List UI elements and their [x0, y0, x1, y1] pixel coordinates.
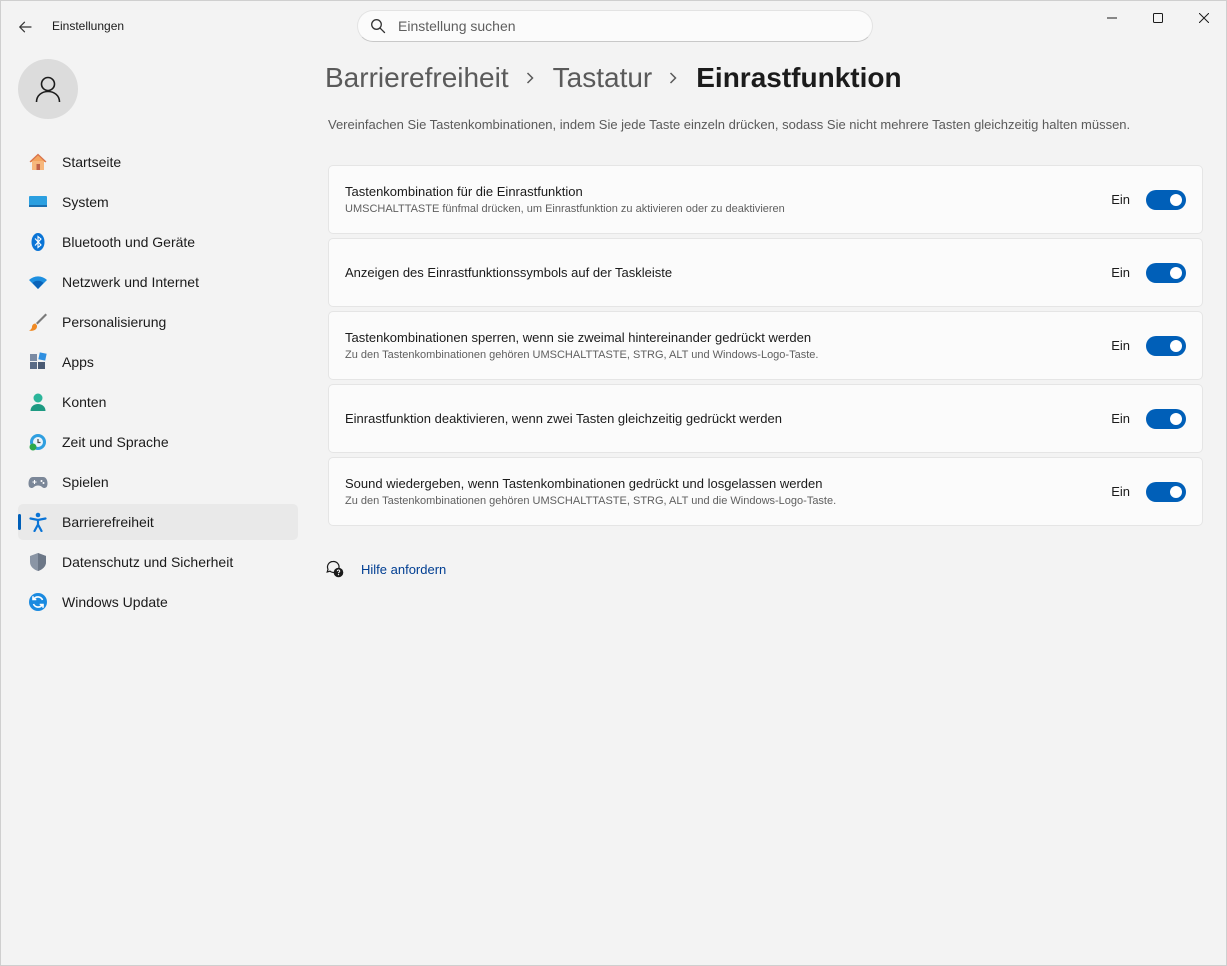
breadcrumb: Barrierefreiheit Tastatur Einrastfunktio…	[325, 60, 902, 96]
sidebar-item-label: Bluetooth und Geräte	[62, 234, 196, 250]
search-input[interactable]	[398, 18, 838, 34]
setting-title: Tastenkombinationen sperren, wenn sie zw…	[345, 330, 812, 345]
search-icon	[371, 19, 386, 34]
toggle-switch[interactable]	[1146, 481, 1186, 502]
close-icon	[1199, 13, 1209, 23]
toggle-knob	[1170, 339, 1182, 352]
setting-title: Sound wiedergeben, wenn Tastenkombinatio…	[345, 476, 823, 491]
maximize-button[interactable]	[1135, 1, 1181, 35]
bluetooth-icon	[28, 232, 48, 252]
setting-subtitle: UMSCHALTTASTE fünfmal drücken, um Einras…	[345, 203, 785, 215]
wifi-icon	[28, 272, 48, 292]
user-icon	[35, 76, 61, 103]
close-button[interactable]	[1181, 1, 1227, 35]
sidebar-item-label: Startseite	[62, 154, 122, 170]
sidebar-item-startseite[interactable]: Startseite	[18, 144, 298, 180]
back-button[interactable]	[11, 13, 39, 41]
setting-lock-modifier-keys: Tastenkombinationen sperren, wenn sie zw…	[328, 311, 1203, 380]
sidebar-item-bluetooth[interactable]: Bluetooth und Geräte	[18, 224, 298, 260]
help-link[interactable]: Hilfe anfordern	[361, 562, 446, 577]
toggle-state-label: Ein	[1111, 192, 1130, 207]
toggle-state-label: Ein	[1111, 411, 1130, 426]
setting-show-taskbar-icon: Anzeigen des Einrastfunktionssymbols auf…	[328, 238, 1203, 307]
sidebar-item-label: Zeit und Sprache	[62, 434, 169, 450]
avatar[interactable]	[18, 59, 78, 119]
setting-title: Tastenkombination für die Einrastfunktio…	[345, 184, 583, 199]
sidebar-item-zeit-sprache[interactable]: Zeit und Sprache	[18, 424, 298, 460]
sidebar-item-barrierefreiheit[interactable]: Barrierefreiheit	[18, 504, 298, 540]
sidebar-item-spielen[interactable]: Spielen	[18, 464, 298, 500]
account-icon	[28, 392, 48, 412]
settings-window: Einstellungen Startseite System	[0, 0, 1227, 966]
update-icon	[28, 592, 48, 612]
setting-subtitle: Zu den Tastenkombinationen gehören UMSCH…	[345, 495, 837, 507]
setting-title: Einrastfunktion deaktivieren, wenn zwei …	[345, 411, 782, 426]
sidebar-item-label: Konten	[62, 394, 107, 410]
apps-icon	[28, 352, 48, 372]
setting-shortcut-sticky-keys: Tastenkombination für die Einrastfunktio…	[328, 165, 1203, 234]
arrow-left-icon	[19, 21, 32, 33]
minimize-button[interactable]	[1089, 1, 1135, 35]
toggle-state-label: Ein	[1111, 338, 1130, 353]
system-icon	[28, 192, 48, 212]
toggle-state-label: Ein	[1111, 265, 1130, 280]
toggle-switch[interactable]	[1146, 335, 1186, 356]
toggle-switch[interactable]	[1146, 189, 1186, 210]
gamepad-icon	[28, 472, 48, 492]
toggle-switch[interactable]	[1146, 262, 1186, 283]
sidebar-item-label: Barrierefreiheit	[62, 514, 154, 530]
maximize-icon	[1153, 13, 1163, 23]
chevron-right-icon	[668, 71, 680, 85]
page-description: Vereinfachen Sie Tastenkombinationen, in…	[328, 117, 1131, 132]
brush-icon	[28, 312, 48, 332]
sidebar-item-label: Windows Update	[62, 594, 168, 610]
sidebar-item-label: Apps	[62, 354, 94, 370]
sidebar-item-datenschutz[interactable]: Datenschutz und Sicherheit	[18, 544, 298, 580]
toggle-switch[interactable]	[1146, 408, 1186, 429]
breadcrumb-barrierefreiheit[interactable]: Barrierefreiheit	[325, 62, 509, 94]
sidebar-item-apps[interactable]: Apps	[18, 344, 298, 380]
shield-icon	[28, 552, 48, 572]
sidebar-item-label: Netzwerk und Internet	[62, 274, 199, 290]
sidebar-item-konten[interactable]: Konten	[18, 384, 298, 420]
setting-subtitle: Zu den Tastenkombinationen gehören UMSCH…	[345, 349, 819, 361]
setting-play-sound: Sound wiedergeben, wenn Tastenkombinatio…	[328, 457, 1203, 526]
sidebar-nav: Startseite System Bluetooth und Geräte N…	[18, 144, 298, 624]
home-icon	[28, 152, 48, 172]
sidebar-item-personalisierung[interactable]: Personalisierung	[18, 304, 298, 340]
toggle-knob	[1170, 193, 1182, 206]
sidebar-item-label: System	[62, 194, 109, 210]
breadcrumb-tastatur[interactable]: Tastatur	[553, 62, 653, 94]
setting-title: Anzeigen des Einrastfunktionssymbols auf…	[345, 265, 673, 280]
toggle-state-label: Ein	[1111, 484, 1130, 499]
accessibility-icon	[28, 512, 48, 532]
sidebar-item-label: Datenschutz und Sicherheit	[62, 554, 234, 570]
sidebar-item-system[interactable]: System	[18, 184, 298, 220]
search-box[interactable]	[357, 10, 873, 42]
setting-turn-off-two-keys: Einrastfunktion deaktivieren, wenn zwei …	[328, 384, 1203, 453]
help-chat-icon	[326, 560, 344, 578]
sidebar-item-label: Personalisierung	[62, 314, 167, 330]
minimize-icon	[1107, 17, 1117, 19]
toggle-knob	[1170, 412, 1182, 425]
toggle-knob	[1170, 266, 1182, 279]
app-title: Einstellungen	[52, 19, 125, 33]
help-section: Hilfe anfordern	[326, 560, 446, 578]
clock-globe-icon	[28, 432, 48, 452]
chevron-right-icon	[525, 71, 537, 85]
sidebar-item-label: Spielen	[62, 474, 109, 490]
settings-list: Tastenkombination für die Einrastfunktio…	[328, 165, 1203, 530]
sidebar-item-netzwerk[interactable]: Netzwerk und Internet	[18, 264, 298, 300]
toggle-knob	[1170, 485, 1182, 498]
page-title: Einrastfunktion	[696, 62, 902, 93]
sidebar-item-windows-update[interactable]: Windows Update	[18, 584, 298, 620]
